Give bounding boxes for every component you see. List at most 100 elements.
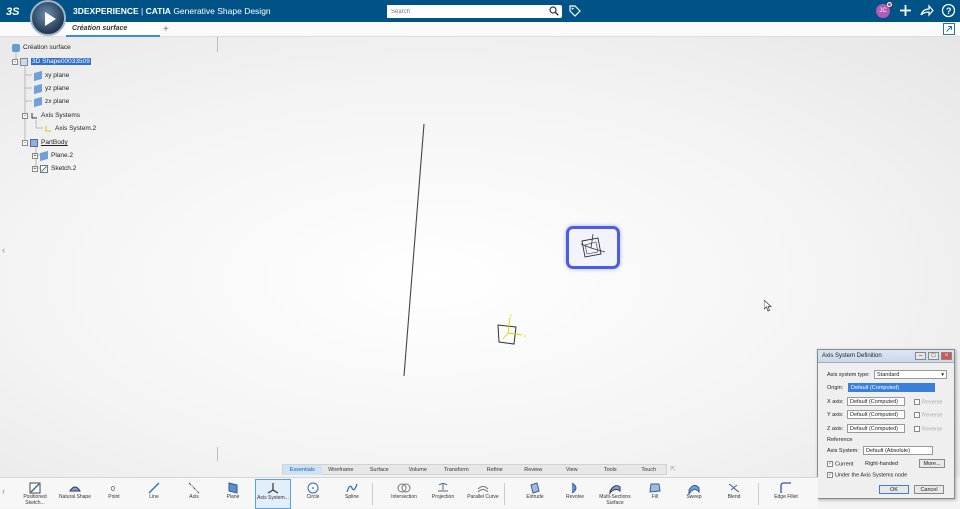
sketch-icon: [40, 164, 48, 173]
y-reverse-checkbox[interactable]: Reverse: [914, 412, 942, 418]
revolve-icon: [571, 482, 577, 494]
multi-sections-surface-tool[interactable]: Multi-Sections Surface: [597, 479, 633, 509]
3d-viewport[interactable]: [0, 37, 960, 477]
scroll-left-icon[interactable]: ‹: [2, 486, 5, 496]
shape-icon: [20, 57, 28, 66]
expand-icon[interactable]: +: [32, 165, 38, 172]
axis-system-preview[interactable]: [566, 226, 620, 269]
edge-fillet-tool[interactable]: Edge Fillet: [768, 479, 804, 509]
circle-icon: [307, 482, 319, 494]
tab-refine[interactable]: Refine: [476, 465, 515, 475]
tab-volume[interactable]: Volume: [399, 465, 438, 475]
product-icon: [12, 43, 20, 52]
axis-systems-field[interactable]: Default (Absolute): [863, 446, 933, 455]
collapse-panel-icon[interactable]: ‹: [2, 245, 5, 255]
plus-icon[interactable]: [898, 3, 913, 18]
collapse-icon[interactable]: −: [22, 139, 28, 146]
fit-all-icon[interactable]: [943, 23, 955, 35]
toolbar-separator: [372, 483, 373, 505]
add-tab-icon[interactable]: +: [163, 24, 169, 35]
chevron-down-icon: ▾: [941, 372, 944, 378]
toolbar-separator: [504, 483, 505, 505]
z-reverse-checkbox[interactable]: Reverse: [914, 426, 942, 432]
ok-button[interactable]: OK: [879, 485, 909, 494]
tree-root[interactable]: Création surface: [12, 42, 71, 53]
dialog-title-bar[interactable]: Axis System Definition – □ ×: [818, 350, 954, 363]
search-input[interactable]: [387, 5, 537, 18]
circle-tool[interactable]: Circle: [295, 479, 331, 509]
sweep-tool[interactable]: Sweep: [676, 479, 712, 509]
tree-node-partbody[interactable]: − PartBody: [22, 137, 68, 148]
collapse-icon[interactable]: −: [22, 112, 28, 119]
plane-tool[interactable]: Plane: [215, 479, 251, 509]
current-checkbox[interactable]: Current: [827, 460, 853, 467]
tree-divider-bottom[interactable]: [217, 447, 218, 461]
help-icon[interactable]: ?: [941, 3, 956, 18]
sweep-icon: [688, 484, 700, 495]
tool-label: Multi-Sections Surface: [599, 494, 631, 506]
tree-node-yz-plane[interactable]: yz plane: [34, 83, 69, 94]
extrude-tool[interactable]: Extrude: [517, 479, 553, 509]
tool-label: Point: [108, 494, 120, 500]
more-button[interactable]: More...: [919, 459, 945, 468]
collapse-icon[interactable]: −: [12, 58, 18, 65]
spline-tool[interactable]: Spline: [334, 479, 370, 509]
under-node-checkbox[interactable]: Under the Axis Systems node: [827, 471, 907, 478]
mouse-cursor-icon: [764, 300, 772, 312]
minimize-icon[interactable]: –: [915, 352, 926, 360]
search-box[interactable]: [387, 5, 562, 18]
tab-wireframe[interactable]: Wireframe: [322, 465, 361, 475]
blend-tool[interactable]: Blend: [716, 479, 752, 509]
fill-tool[interactable]: Fill: [637, 479, 673, 509]
axis-tool[interactable]: Axis: [176, 479, 212, 509]
pin-icon[interactable]: ⇱: [670, 465, 676, 473]
tab-review[interactable]: Review: [514, 465, 553, 475]
y-axis-field[interactable]: Default (Computed): [847, 410, 905, 419]
natural-shape-tool[interactable]: Natural Shape: [57, 479, 93, 509]
compass-button[interactable]: [30, 0, 66, 36]
tab-essentials[interactable]: Essentials: [283, 465, 322, 475]
tag-icon[interactable]: [568, 4, 581, 17]
tab-creation-surface[interactable]: Création surface: [66, 22, 160, 37]
tab-view[interactable]: View: [553, 465, 592, 475]
tree-node-axis-systems[interactable]: − Axis Systems: [22, 110, 80, 121]
share-icon[interactable]: [919, 3, 934, 18]
tree-node-xy-plane[interactable]: xy plane: [34, 70, 69, 81]
point-tool[interactable]: 0 Point: [96, 479, 132, 509]
tree-node-sketch-2[interactable]: + Sketch.2: [32, 163, 76, 174]
tool-label: Parallel Curve: [467, 494, 499, 500]
revolve-tool[interactable]: Revolve: [557, 479, 593, 509]
user-avatar[interactable]: JC: [876, 2, 892, 18]
tool-label: Fill: [651, 494, 659, 500]
parallel-curve-tool[interactable]: Parallel Curve: [465, 479, 501, 509]
partbody-icon: [30, 138, 38, 147]
tool-label: Axis: [189, 494, 199, 500]
expand-icon[interactable]: +: [32, 152, 38, 159]
x-reverse-checkbox[interactable]: Reverse: [914, 399, 942, 405]
search-icon[interactable]: [549, 6, 559, 16]
line-tool[interactable]: Line: [136, 479, 172, 509]
intersection-tool[interactable]: Intersection: [386, 479, 422, 509]
tree-node-axis-system-2[interactable]: Axis System.2: [44, 123, 96, 134]
tab-touch[interactable]: Touch: [630, 465, 669, 475]
tree-divider[interactable]: [217, 37, 218, 52]
origin-field[interactable]: Default (Computed): [848, 383, 935, 392]
close-icon[interactable]: ×: [941, 352, 952, 360]
x-axis-field[interactable]: Default (Computed): [847, 397, 905, 406]
axis-system-tool[interactable]: Axis System...: [255, 479, 291, 509]
tab-surface[interactable]: Surface: [360, 465, 399, 475]
extrude-icon: [530, 482, 540, 494]
axis-type-select[interactable]: Standard ▾: [874, 370, 947, 379]
projection-tool[interactable]: Projection: [425, 479, 461, 509]
maximize-icon[interactable]: □: [928, 352, 939, 360]
tree-node-zx-plane[interactable]: zx plane: [34, 96, 69, 107]
tab-transform[interactable]: Transform: [437, 465, 476, 475]
tree-node-shape[interactable]: −3D Shape00033509: [12, 56, 91, 67]
tab-tools[interactable]: Tools: [591, 465, 630, 475]
cancel-button[interactable]: Cancel: [914, 485, 944, 494]
projection-icon: [438, 483, 448, 492]
workbench-tabs: Essentials Wireframe Surface Volume Transfor…: [282, 464, 667, 475]
z-axis-field[interactable]: Default (Computed): [847, 424, 905, 433]
positioned-sketch-tool[interactable]: Positioned Sketch...: [17, 479, 53, 509]
tree-node-plane-2[interactable]: + Plane.2: [32, 150, 73, 161]
